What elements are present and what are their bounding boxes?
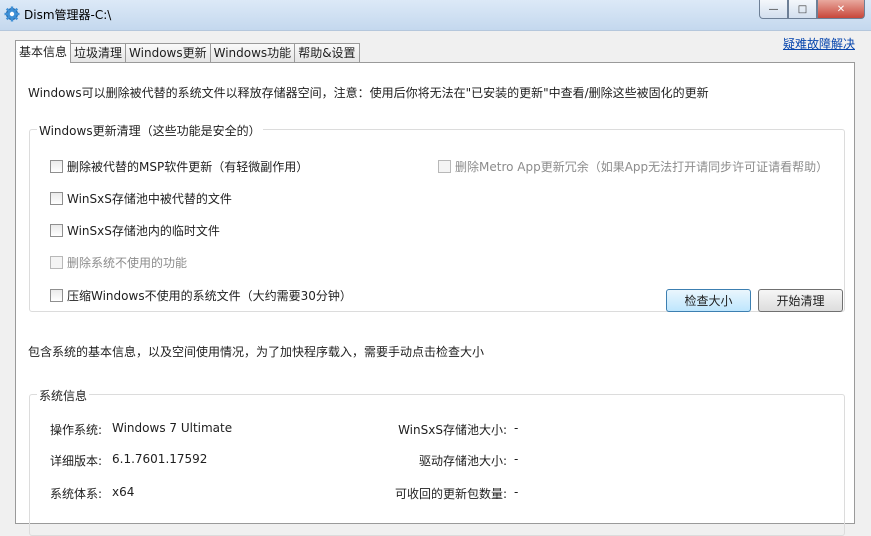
winsxs-temp-option[interactable]: WinSxS存储池内的临时文件 xyxy=(50,222,220,239)
close-icon: ✕ xyxy=(836,3,846,15)
title-bar: Dism管理器-C:\ — □ ✕ xyxy=(0,0,871,31)
tab-junk-clean[interactable]: 垃圾清理 xyxy=(70,43,127,63)
tab-basic-info[interactable]: 基本信息 xyxy=(15,40,72,63)
minimize-button[interactable]: — xyxy=(759,0,788,19)
arch-label: 系统体系: xyxy=(50,487,103,501)
sysinfo-group-title: 系统信息 xyxy=(37,387,90,404)
recoverable-count-label: 可收回的更新包数量: xyxy=(394,487,507,501)
msp-option[interactable]: 删除被代替的MSP软件更新（有轻微副作用） xyxy=(50,158,308,175)
gear-icon xyxy=(4,6,20,22)
winsxs-superseded-label: WinSxS存储池中被代替的文件 xyxy=(67,192,232,206)
maximize-button[interactable]: □ xyxy=(788,0,817,19)
winsxs-size-value: - xyxy=(514,421,519,435)
winsxs-superseded-option[interactable]: WinSxS存储池中被代替的文件 xyxy=(50,190,232,207)
version-value: 6.1.7601.17592 xyxy=(112,452,208,466)
winsxs-size-label: WinSxS存储池大小: xyxy=(398,423,507,437)
recoverable-count-value: - xyxy=(514,485,519,499)
metro-checkbox xyxy=(438,160,451,173)
metro-option: 删除Metro App更新冗余（如果App无法打开请同步许可证请看帮助） xyxy=(438,158,828,175)
check-size-button[interactable]: 检查大小 xyxy=(666,289,751,312)
tab-help-settings[interactable]: 帮助&设置 xyxy=(294,43,360,63)
update-cleanup-group: Windows更新清理（这些功能是安全的） 删除被代替的MSP软件更新（有轻微副… xyxy=(29,122,845,312)
driver-store-value: - xyxy=(514,452,519,466)
troubleshoot-link[interactable]: 疑难故障解决 xyxy=(783,35,855,52)
remove-unused-checkbox xyxy=(50,256,63,269)
start-clean-button[interactable]: 开始清理 xyxy=(758,289,843,312)
system-info-group: 系统信息 操作系统: Windows 7 Ultimate 详细版本: 6.1.… xyxy=(29,387,845,536)
remove-unused-option: 删除系统不使用的功能 xyxy=(50,254,187,271)
tab-windows-features[interactable]: Windows功能 xyxy=(209,43,296,63)
metro-label: 删除Metro App更新冗余（如果App无法打开请同步许可证请看帮助） xyxy=(455,160,829,174)
minimize-icon: — xyxy=(768,3,779,15)
msp-label: 删除被代替的MSP软件更新（有轻微副作用） xyxy=(67,160,309,174)
update-description: Windows可以删除被代替的系统文件以释放存储器空间，注意：使用后你将无法在"… xyxy=(28,86,709,100)
winsxs-temp-label: WinSxS存储池内的临时文件 xyxy=(67,224,220,238)
os-value: Windows 7 Ultimate xyxy=(112,421,233,435)
arch-value: x64 xyxy=(112,485,135,499)
compress-label: 压缩Windows不使用的系统文件（大约需要30分钟） xyxy=(67,289,352,303)
sysinfo-description: 包含系统的基本信息，以及空间使用情况，为了加快程序载入，需要手动点击检查大小 xyxy=(28,345,485,359)
winsxs-temp-checkbox[interactable] xyxy=(50,224,63,237)
msp-checkbox[interactable] xyxy=(50,160,63,173)
tab-windows-update[interactable]: Windows更新 xyxy=(125,43,211,63)
compress-option[interactable]: 压缩Windows不使用的系统文件（大约需要30分钟） xyxy=(50,287,352,304)
window-title: Dism管理器-C:\ xyxy=(24,8,112,22)
update-group-title: Windows更新清理（这些功能是安全的） xyxy=(37,122,263,139)
remove-unused-label: 删除系统不使用的功能 xyxy=(67,256,188,270)
tab-strip: 基本信息 垃圾清理 Windows更新 Windows功能 帮助&设置 xyxy=(15,40,360,63)
winsxs-superseded-checkbox[interactable] xyxy=(50,192,63,205)
main-panel: Windows可以删除被代替的系统文件以释放存储器空间，注意：使用后你将无法在"… xyxy=(15,62,855,536)
version-label: 详细版本: xyxy=(50,454,103,468)
maximize-icon: □ xyxy=(797,3,808,15)
close-button[interactable]: ✕ xyxy=(817,0,865,19)
compress-checkbox[interactable] xyxy=(50,289,63,302)
driver-store-label: 驱动存储池大小: xyxy=(418,454,507,468)
os-label: 操作系统: xyxy=(50,423,103,437)
